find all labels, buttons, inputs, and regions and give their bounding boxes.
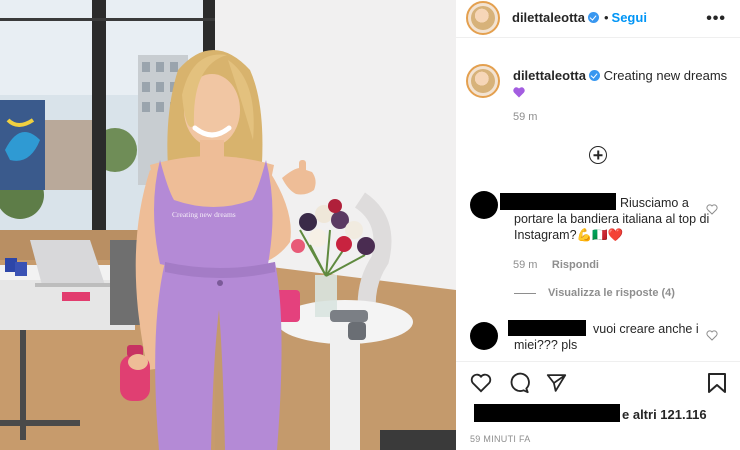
comment-avatar[interactable] <box>470 191 498 219</box>
caption-avatar[interactable] <box>466 64 500 98</box>
save-bookmark-icon[interactable] <box>707 372 727 394</box>
more-options-icon[interactable]: ••• <box>706 10 726 28</box>
view-replies-line <box>514 293 536 294</box>
caption-time: 59 m <box>513 111 538 123</box>
comment-avatar[interactable] <box>470 322 498 350</box>
comment-like-heart-icon[interactable] <box>706 330 718 341</box>
header-username[interactable]: dilettaleotta <box>512 10 585 25</box>
reply-button[interactable]: Rispondi <box>552 259 599 271</box>
redacted-liker-name <box>474 404 620 422</box>
header-avatar[interactable] <box>466 1 500 35</box>
header-separator: • <box>603 10 609 25</box>
post-timestamp: 59 MINUTI FA <box>470 434 531 444</box>
comment-text: Riusciamo a portare la bandiera italiana… <box>514 196 710 242</box>
caption-text: Creating new dreams <box>603 68 728 83</box>
follow-button[interactable]: Segui <box>612 10 647 25</box>
post-image: Creating new dreams <box>0 0 456 450</box>
post-header: dilettaleotta • Segui <box>512 9 647 27</box>
load-more-comments-icon[interactable] <box>589 146 607 164</box>
shirt-print: Creating new dreams <box>172 210 236 219</box>
actions-divider <box>456 361 740 362</box>
comment-like-heart-icon[interactable] <box>706 204 718 215</box>
caption-username[interactable]: dilettaleotta <box>513 68 586 83</box>
share-send-icon[interactable] <box>546 373 567 393</box>
caption: dilettaleotta Creating new dreams <box>513 68 728 100</box>
view-replies-button[interactable]: Visualizza le risposte (4) <box>548 287 675 299</box>
purple-heart-icon <box>513 87 525 98</box>
comment-time: 59 m <box>513 259 538 271</box>
like-heart-icon[interactable] <box>470 373 492 393</box>
verified-badge-icon <box>587 12 599 23</box>
comment-meta: 59 m Rispondi <box>513 255 599 273</box>
header-divider <box>456 37 740 38</box>
verified-badge-icon <box>588 70 600 81</box>
comment-text: vuoi creare anche i miei??? pls <box>514 322 699 352</box>
post-sidebar: dilettaleotta • Segui ••• dilettaleotta Cr… <box>456 0 740 450</box>
post-photo[interactable]: Creating new dreams <box>0 0 456 450</box>
comment-icon[interactable] <box>508 372 530 394</box>
likes-count[interactable]: e altri 121.116 <box>622 407 707 422</box>
